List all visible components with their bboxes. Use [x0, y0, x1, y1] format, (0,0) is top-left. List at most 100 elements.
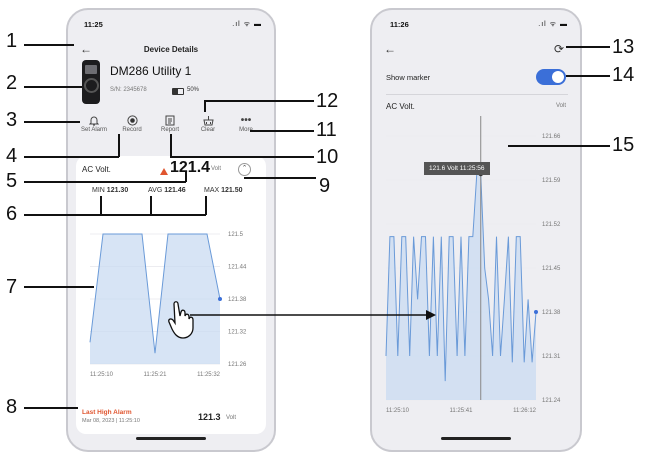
- callout-line-13: [566, 46, 610, 48]
- callout-15: 15: [612, 134, 634, 157]
- record-label: Record: [114, 127, 150, 133]
- alarm-value: 121.3: [198, 412, 221, 422]
- callout-line-11: [250, 130, 314, 132]
- callout-1: 1: [6, 30, 17, 53]
- callout-line-9: [244, 177, 316, 179]
- max-stat: MAX 121.50: [204, 187, 243, 194]
- set-alarm-label: Set Alarm: [76, 127, 112, 133]
- x-tick-label: 11:25:10: [386, 408, 410, 414]
- x-tick-label: 11:25:32: [197, 372, 221, 378]
- y-tick-label: 121.52: [542, 222, 561, 228]
- avg-stat: AVG 121.46: [148, 187, 186, 194]
- callout-6: 6: [6, 203, 17, 226]
- value-tooltip: 121.6 Volt 11:25:56: [424, 162, 490, 175]
- x-tick-label: 11:25:41: [450, 408, 474, 414]
- callout-line-5: [24, 181, 186, 183]
- callout-line-6: [24, 214, 206, 216]
- zoom-connector-arrow: [190, 306, 436, 324]
- callout-line-4: [24, 156, 119, 158]
- y-tick-label: 121.5: [228, 232, 244, 238]
- min-value: 121.30: [107, 187, 128, 194]
- home-indicator-right: [441, 437, 511, 440]
- battery-icon: [172, 88, 184, 95]
- record-button[interactable]: Record: [114, 113, 150, 133]
- min-stat: MIN 121.30: [92, 187, 128, 194]
- report-button[interactable]: Report: [152, 113, 188, 133]
- max-value: 121.50: [221, 187, 242, 194]
- callout-12: 12: [316, 90, 338, 113]
- set-alarm-button[interactable]: Set Alarm: [76, 113, 112, 133]
- avg-value: 121.46: [164, 187, 185, 194]
- show-marker-toggle[interactable]: [536, 69, 566, 85]
- callout-3: 3: [6, 109, 17, 132]
- callout-line-7: [24, 286, 94, 288]
- callout-4: 4: [6, 145, 17, 168]
- callout-13: 13: [612, 36, 634, 59]
- callout-5: 5: [6, 170, 17, 193]
- reading-label: AC Volt.: [82, 165, 111, 174]
- refresh-icon[interactable]: ⟳: [554, 42, 564, 56]
- home-indicator: [136, 437, 206, 440]
- alarm-unit: Volt: [226, 415, 236, 421]
- right-phone-screen: 11:26 .ıl ᯤ ▬ ← ⟳ Show marker AC Volt. V…: [370, 8, 582, 452]
- callout-vline-4: [118, 134, 120, 157]
- avg-label: AVG: [148, 187, 162, 194]
- report-icon: [163, 113, 177, 127]
- callout-11: 11: [316, 119, 337, 142]
- divider: [386, 94, 568, 95]
- callout-line-1: [24, 44, 74, 46]
- x-tick-label: 11:25:21: [144, 372, 168, 378]
- callout-vline-12: [204, 100, 206, 112]
- y-tick-label: 121.45: [542, 266, 561, 272]
- clear-icon: [201, 113, 215, 127]
- y-tick-label: 121.24: [542, 398, 561, 404]
- y-tick-label: 121.44: [228, 265, 247, 271]
- callout-line-2: [24, 86, 82, 88]
- device-serial: S/N: 2345678: [110, 87, 147, 93]
- battery-level: 50%: [187, 87, 199, 93]
- reading-chart: 121.5 121.44 121.38 121.32 121.26 11:25:10 11:…: [76, 204, 266, 394]
- x-tick-label: 11:26:12: [513, 408, 537, 414]
- unit-label-right: Volt: [556, 103, 566, 109]
- y-tick-label: 121.38: [228, 297, 247, 303]
- status-icons: .ıl ᯤ ▬: [232, 20, 262, 29]
- device-image: [82, 60, 100, 104]
- callout-vline-5: [185, 172, 187, 182]
- callout-14: 14: [612, 64, 634, 87]
- left-phone-screen: 11:25 .ıl ᯤ ▬ ← Device Details DM286 Uti…: [66, 8, 276, 452]
- callout-line-14: [566, 75, 610, 77]
- high-arrow-icon: [160, 168, 168, 175]
- chart-area: [386, 174, 536, 400]
- y-tick-label: 121.26: [228, 362, 247, 368]
- page-title: Device Details: [68, 45, 274, 54]
- status-time: 11:25: [84, 20, 103, 29]
- back-arrow-icon[interactable]: ←: [384, 42, 396, 56]
- bell-icon: [87, 113, 101, 127]
- reading-card: AC Volt. 121.4 Volt ⌃ MIN 121.30 AVG 121…: [76, 156, 266, 434]
- record-icon: [125, 113, 139, 127]
- x-tick-label: 11:25:10: [90, 372, 114, 378]
- max-label: MAX: [204, 187, 219, 194]
- status-time-right: 11:26: [390, 20, 409, 29]
- clear-button[interactable]: Clear: [190, 113, 226, 133]
- callout-7: 7: [6, 276, 17, 299]
- data-point: [218, 297, 222, 301]
- callout-vline-6b: [150, 196, 152, 215]
- callout-line-10: [170, 156, 314, 158]
- show-marker-label: Show marker: [386, 73, 430, 82]
- collapse-chevron-icon[interactable]: ⌃: [238, 163, 251, 176]
- y-tick-label: 121.66: [542, 134, 561, 140]
- callout-vline-10: [170, 134, 172, 157]
- clear-label: Clear: [190, 127, 226, 133]
- callout-vline-6a: [100, 196, 102, 215]
- reading-value: 121.4: [170, 159, 210, 177]
- device-name: DM286 Utility 1: [110, 64, 191, 78]
- min-label: MIN: [92, 187, 105, 194]
- callout-line-8: [24, 407, 78, 409]
- data-point: [534, 310, 538, 314]
- alarm-date: Mar 08, 2023 | 11:25:10: [82, 418, 140, 424]
- y-tick-label: 121.59: [542, 178, 561, 184]
- report-label: Report: [152, 127, 188, 133]
- callout-2: 2: [6, 72, 17, 95]
- y-tick-label: 121.32: [228, 330, 247, 336]
